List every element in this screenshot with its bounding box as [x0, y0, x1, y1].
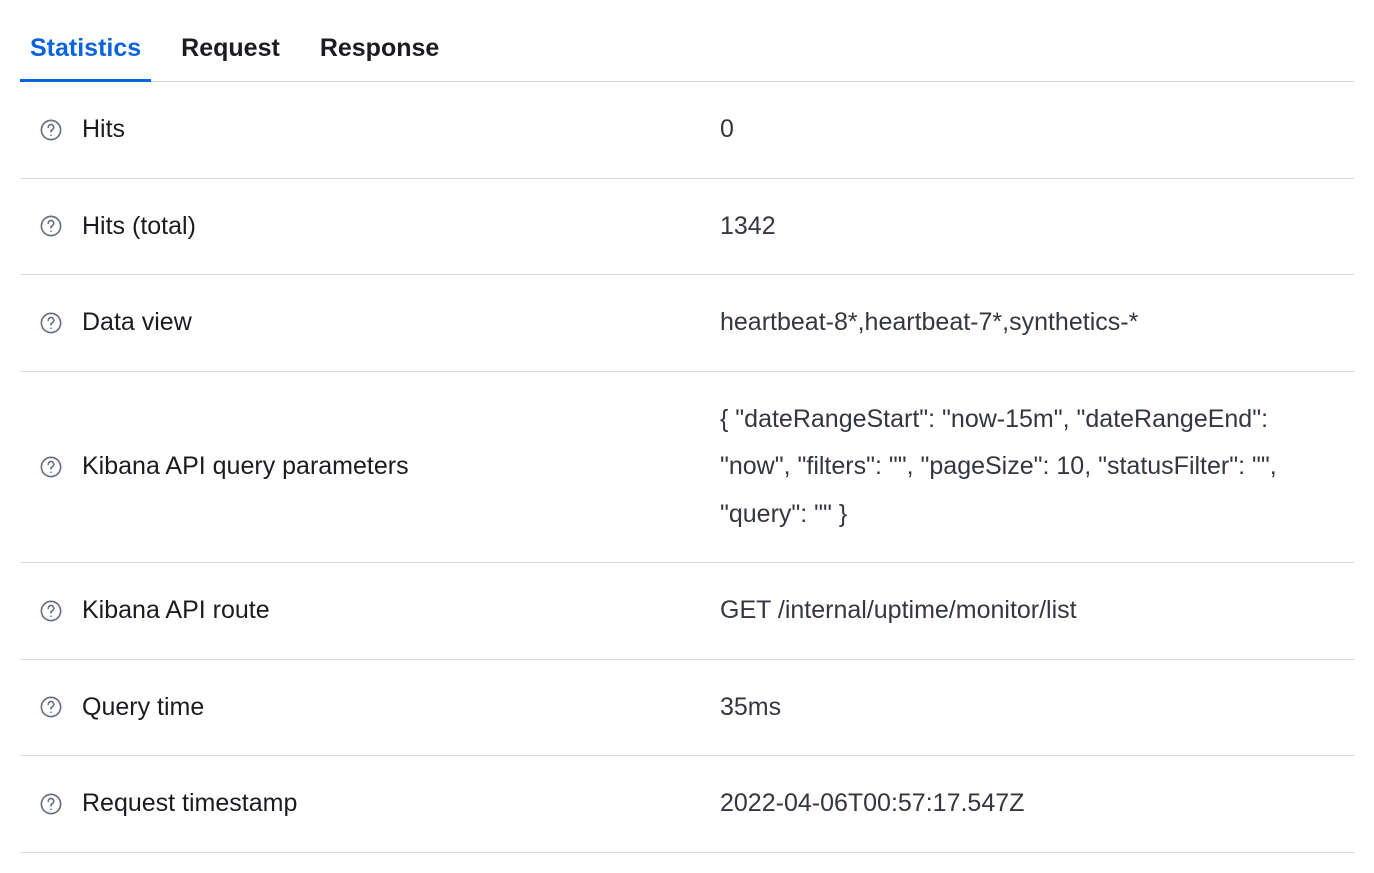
stat-row-data-view: Data view heartbeat-8*,heartbeat-7*,synt…: [20, 275, 1354, 372]
stat-row-query-time: Query time 35ms: [20, 660, 1354, 757]
inspector-panel: Statistics Request Response Hits 0: [20, 20, 1354, 853]
help-icon[interactable]: [40, 696, 62, 718]
stat-label-wrap: Kibana API route: [40, 596, 700, 625]
stat-label-wrap: Data view: [40, 308, 700, 337]
stat-label: Request timestamp: [82, 789, 297, 818]
stat-value: { "dateRangeStart": "now-15m", "dateRang…: [720, 396, 1334, 539]
stat-label-wrap: Request timestamp: [40, 789, 700, 818]
stat-label: Kibana API route: [82, 596, 270, 625]
tab-statistics[interactable]: Statistics: [30, 20, 141, 81]
tab-request[interactable]: Request: [181, 20, 280, 81]
stat-label-wrap: Hits: [40, 115, 700, 144]
stat-row-api-query-params: Kibana API query parameters { "dateRange…: [20, 372, 1354, 564]
statistics-table: Hits 0 Hits (total) 1342: [20, 82, 1354, 853]
stat-row-api-route: Kibana API route GET /internal/uptime/mo…: [20, 563, 1354, 660]
help-icon[interactable]: [40, 793, 62, 815]
stat-row-hits: Hits 0: [20, 82, 1354, 179]
stat-label: Kibana API query parameters: [82, 452, 409, 481]
stat-label: Data view: [82, 308, 192, 337]
stat-label: Hits (total): [82, 212, 196, 241]
help-icon[interactable]: [40, 119, 62, 141]
help-icon[interactable]: [40, 312, 62, 334]
help-icon[interactable]: [40, 456, 62, 478]
help-icon[interactable]: [40, 600, 62, 622]
stat-label-wrap: Query time: [40, 693, 700, 722]
help-icon[interactable]: [40, 215, 62, 237]
stat-value: GET /internal/uptime/monitor/list: [720, 587, 1334, 635]
stat-row-request-timestamp: Request timestamp 2022-04-06T00:57:17.54…: [20, 756, 1354, 853]
stat-value: 2022-04-06T00:57:17.547Z: [720, 780, 1334, 828]
stat-label-wrap: Hits (total): [40, 212, 700, 241]
stat-label-wrap: Kibana API query parameters: [40, 452, 700, 481]
stat-row-hits-total: Hits (total) 1342: [20, 179, 1354, 276]
stat-label: Query time: [82, 693, 204, 722]
stat-value: 35ms: [720, 684, 1334, 732]
tab-response[interactable]: Response: [320, 20, 439, 81]
stat-value: 0: [720, 106, 1334, 154]
stat-value: 1342: [720, 203, 1334, 251]
stat-value: heartbeat-8*,heartbeat-7*,synthetics-*: [720, 299, 1334, 347]
stat-label: Hits: [82, 115, 125, 144]
tab-bar: Statistics Request Response: [20, 20, 1354, 82]
